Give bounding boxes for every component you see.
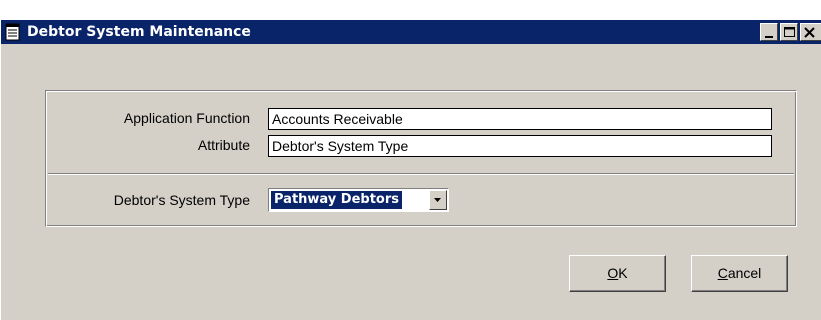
maximize-button[interactable] [780, 23, 798, 41]
ok-mnemonic: O [607, 265, 619, 281]
dropdown-button[interactable] [429, 190, 447, 210]
document-icon [5, 23, 21, 41]
minimize-button[interactable] [760, 23, 778, 41]
system-type-label: Debtor's System Type [113, 192, 250, 208]
attribute-label: Attribute [197, 137, 250, 153]
group-separator [48, 173, 794, 175]
close-icon [804, 27, 815, 38]
attributes-group: Application Function Accounts Receivable… [45, 90, 797, 227]
title-bar[interactable]: Debtor System Maintenance [1, 20, 821, 44]
cancel-mnemonic: C [717, 265, 728, 281]
close-button[interactable] [800, 23, 821, 41]
cancel-label-rest: ancel [727, 265, 762, 281]
application-function-field[interactable]: Accounts Receivable [268, 108, 772, 130]
maximize-icon [784, 27, 795, 37]
dialog-window: Debtor System Maintenance Application Fu… [0, 20, 821, 320]
ok-button[interactable]: OK [569, 255, 666, 292]
ok-label-rest: K [618, 265, 628, 281]
application-function-label: Application Function [123, 110, 250, 126]
cancel-button[interactable]: Cancel [691, 255, 788, 292]
system-type-dropdown[interactable]: Pathway Debtors [268, 188, 449, 212]
attribute-field[interactable]: Debtor's System Type [268, 135, 772, 157]
chevron-down-icon [434, 198, 441, 202]
minimize-icon [765, 36, 773, 38]
window-title: Debtor System Maintenance [27, 24, 251, 40]
system-type-selected-value: Pathway Debtors [271, 191, 403, 209]
